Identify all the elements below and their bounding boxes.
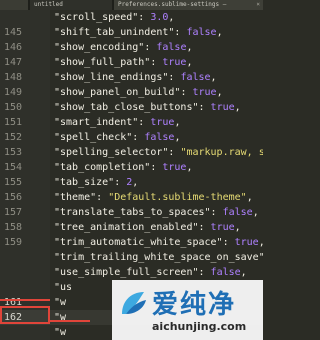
- setting-key: "scroll_speed": [54, 12, 139, 23]
- code-line[interactable]: "spelling_selector": "markup.raw, source…: [54, 145, 263, 160]
- code-line[interactable]: "w: [54, 325, 66, 340]
- line-number: 149: [4, 87, 23, 98]
- code-line[interactable]: "translate_tabs_to_spaces": false,: [54, 205, 259, 220]
- setting-key: "us: [54, 282, 73, 293]
- setting-value: true: [210, 222, 235, 233]
- code-line[interactable]: "smart_indent": true,: [54, 115, 180, 130]
- code-line[interactable]: "trim_automatic_white_space": true,: [54, 235, 263, 250]
- setting-key: "show_full_path": [54, 57, 151, 68]
- setting-key: "show_encoding": [54, 42, 145, 53]
- watermark-brand: 爱纯净: [152, 290, 237, 320]
- line-number: 148: [4, 72, 23, 83]
- line-number: [4, 280, 44, 295]
- line-number: 155: [4, 177, 23, 188]
- setting-value: "markup.raw, source: [180, 147, 263, 158]
- highlight-box: [0, 306, 50, 324]
- tab-untitled[interactable]: untitled: [30, 0, 112, 10]
- line-number: 145: [4, 27, 23, 38]
- setting-key: "show_tab_close_buttons": [54, 102, 199, 113]
- setting-key: "tree_animation_enabled": [54, 222, 199, 233]
- setting-key: "tab_completion": [54, 162, 151, 173]
- setting-key: "spell_check": [54, 132, 133, 143]
- setting-value: true: [234, 237, 259, 248]
- setting-value: false: [180, 72, 211, 83]
- setting-key: "spelling_selector": [54, 147, 169, 158]
- setting-key: "show_line_endings": [54, 72, 169, 83]
- setting-value: true: [150, 117, 175, 128]
- setting-value: true: [162, 162, 187, 173]
- setting-key: "translate_tabs_to_spaces": [54, 207, 211, 218]
- code-line[interactable]: "spell_check": false,: [54, 130, 180, 145]
- code-line[interactable]: "trim_trailing_white_space_on_save": fal…: [54, 250, 263, 265]
- line-number: 151: [4, 117, 23, 128]
- setting-key: "shift_tab_unindent": [54, 27, 175, 38]
- code-line[interactable]: "show_tab_close_buttons": true,: [54, 100, 241, 115]
- setting-value: true: [210, 102, 235, 113]
- setting-value: 3.0: [150, 12, 169, 23]
- setting-key: "use_simple_full_screen": [54, 267, 199, 278]
- code-line[interactable]: "theme": "Default.sublime-theme",: [54, 190, 253, 205]
- code-line[interactable]: "use_simple_full_screen": false,: [54, 265, 247, 280]
- setting-key: "theme": [54, 192, 97, 203]
- line-number: 154: [4, 162, 23, 173]
- code-line[interactable]: "w: [54, 295, 66, 310]
- line-number: 159: [4, 237, 23, 248]
- line-number: 146: [4, 42, 23, 53]
- code-line[interactable]: "tree_animation_enabled": true,: [54, 220, 241, 235]
- code-line[interactable]: "show_encoding": false,: [54, 40, 193, 55]
- setting-value: "Default.sublime-theme": [108, 192, 247, 203]
- setting-value: false: [186, 27, 217, 38]
- setting-key: "smart_indent": [54, 117, 139, 128]
- close-icon[interactable]: ×: [256, 0, 260, 10]
- setting-value: true: [192, 87, 217, 98]
- setting-key: "trim_trailing_white_space_on_save": [54, 252, 263, 263]
- watermark: 爱纯净 aichunjing.com: [112, 280, 263, 340]
- setting-value: false: [210, 267, 241, 278]
- tab-preferences[interactable]: Preferences.sublime-settings — ×: [114, 0, 263, 10]
- highlight-underline: [50, 320, 90, 322]
- line-number: 152: [4, 132, 23, 143]
- line-number: [4, 10, 44, 25]
- line-number: 150: [4, 102, 23, 113]
- setting-value: false: [156, 42, 187, 53]
- code-line[interactable]: "show_full_path": true,: [54, 55, 193, 70]
- brand-logo-icon: [122, 292, 146, 314]
- setting-value: false: [222, 207, 253, 218]
- tab-label: untitled: [34, 1, 63, 8]
- code-line[interactable]: "show_line_endings": false,: [54, 70, 217, 85]
- line-number: [4, 265, 44, 280]
- code-line[interactable]: "us: [54, 280, 72, 295]
- line-number: [4, 325, 44, 340]
- setting-value: false: [144, 132, 175, 143]
- setting-key: "trim_automatic_white_space": [54, 237, 223, 248]
- code-line[interactable]: "scroll_speed": 3.0,: [54, 10, 174, 25]
- setting-key: "show_panel_on_build": [54, 87, 181, 98]
- code-line[interactable]: "tab_completion": true,: [54, 160, 193, 175]
- line-number: [4, 250, 44, 265]
- line-number: 153: [4, 147, 23, 158]
- tab-first[interactable]: [0, 0, 28, 10]
- tab-label: Preferences.sublime-settings —: [118, 1, 227, 8]
- setting-value: true: [162, 57, 187, 68]
- line-number: 157: [4, 207, 23, 218]
- watermark-url: aichunjing.com: [152, 320, 247, 333]
- setting-key: "w: [54, 297, 67, 308]
- setting-key: "tab_size": [54, 177, 115, 188]
- tab-bar: untitled Preferences.sublime-settings — …: [0, 0, 263, 10]
- code-line[interactable]: "tab_size": 2,: [54, 175, 138, 190]
- code-line[interactable]: "show_panel_on_build": true,: [54, 85, 223, 100]
- setting-key: "w: [54, 327, 67, 338]
- line-number: 156: [4, 192, 23, 203]
- code-line[interactable]: "shift_tab_unindent": false,: [54, 25, 223, 40]
- highlight-marker: [0, 299, 50, 301]
- line-number: 147: [4, 57, 23, 68]
- line-number: 158: [4, 222, 23, 233]
